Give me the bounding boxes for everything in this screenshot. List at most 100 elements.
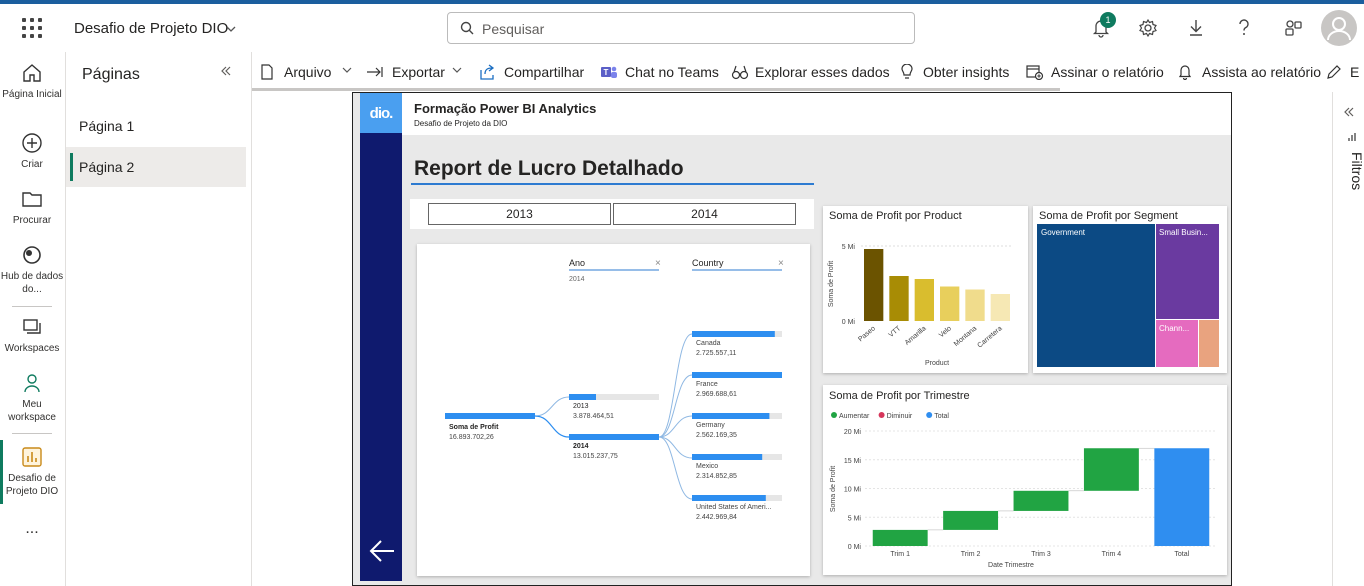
rail-item-my-workspace[interactable]: Meu workspace — [0, 372, 64, 424]
close-icon[interactable]: × — [778, 258, 784, 269]
legend-label: Total — [934, 413, 949, 420]
workspaces-icon — [23, 319, 41, 334]
product-chart-card[interactable]: Soma de Profit por Product 5 Mi 0 Mi Soma … — [823, 206, 1028, 373]
treemap-label: Small Busin... — [1159, 228, 1208, 237]
rail-item-label: Criar — [21, 159, 43, 170]
pencil-icon — [1327, 65, 1341, 79]
x-tick-label: Carretera — [976, 325, 1003, 349]
more-icon[interactable]: ... — [0, 521, 64, 537]
filters-label[interactable]: Filtros — [1335, 152, 1364, 212]
country-label: France — [696, 381, 718, 388]
close-icon[interactable]: × — [655, 258, 661, 269]
rail-item-browse[interactable]: Procurar — [0, 188, 64, 227]
filter-ano-value: 2014 — [569, 276, 585, 283]
year-bar[interactable] — [569, 394, 596, 400]
country-value: 2.725.557,11 — [696, 350, 736, 357]
country-value: 2.562.169,35 — [696, 432, 737, 439]
filter-ano-label: Ano — [569, 258, 585, 268]
country-label: Germany — [696, 422, 725, 429]
year-bar[interactable] — [569, 434, 659, 440]
product-bar[interactable] — [965, 289, 985, 322]
rail-divider — [12, 433, 52, 434]
country-bar[interactable] — [692, 495, 766, 501]
y-tick-label: 5 Mi — [842, 244, 856, 251]
decomposition-tree[interactable]: Ano × 2014 Country × Soma de Profit 16.8… — [417, 244, 810, 576]
country-label: United States of Ameri... — [696, 504, 772, 511]
rail-item-data-hub[interactable]: Hub de dados do... — [0, 244, 64, 296]
quarter-chart-card[interactable]: Soma de Profit por Trimestre Aumentar Dim… — [823, 385, 1227, 575]
folder-icon — [22, 192, 42, 207]
home-icon — [23, 64, 41, 82]
report-page: dio. Formação Power BI Analytics Desafio… — [352, 92, 1232, 586]
search-box[interactable]: Pesquisar — [447, 12, 915, 44]
toolbar-scrollbar[interactable] — [252, 88, 1060, 91]
slicer-option-2014[interactable]: 2014 — [613, 203, 796, 225]
root-bar[interactable] — [445, 413, 535, 419]
product-bar[interactable] — [990, 294, 1010, 321]
product-bar-chart: 5 Mi 0 Mi Soma de Profit Paseo VTT Amarilla Ve… — [828, 244, 1013, 367]
notification-badge: 1 — [1100, 12, 1116, 28]
rail-item-current-workspace[interactable]: Desafio de Projeto DIO — [0, 446, 64, 498]
y-tick-label: 0 Mi — [842, 319, 856, 326]
increase-bar[interactable] — [1083, 448, 1139, 491]
search-input[interactable]: Pesquisar — [482, 21, 544, 37]
report-header: Formação Power BI Analytics Desafio de P… — [402, 93, 1231, 135]
x-tick-label: Trim 2 — [961, 551, 981, 558]
x-tick-label: Total — [1174, 551, 1189, 558]
rail-item-workspaces[interactable]: Workspaces — [0, 316, 64, 355]
filter-bars-icon — [1348, 133, 1356, 141]
product-bar[interactable] — [889, 276, 909, 321]
country-bar[interactable] — [692, 331, 775, 337]
download-icon[interactable] — [1187, 18, 1207, 38]
increase-bar[interactable] — [943, 510, 999, 530]
chevron-down-icon[interactable] — [226, 22, 236, 36]
product-bar[interactable] — [940, 286, 960, 322]
segment-chart-card[interactable]: Soma de Profit por Segment Government Sm… — [1033, 206, 1227, 373]
page-item-1[interactable]: Página 1 — [66, 106, 246, 146]
root-value: 16.893.702,26 — [449, 434, 494, 441]
treemap-government[interactable] — [1037, 224, 1155, 367]
country-bar[interactable] — [692, 454, 763, 460]
rail-item-label: Hub de dados do... — [0, 271, 64, 295]
country-bar[interactable] — [692, 372, 782, 378]
year-label: 2014 — [573, 443, 589, 450]
rail-item-label: Procurar — [12, 215, 52, 226]
legend-label: Diminuir — [887, 413, 913, 420]
treemap-other[interactable] — [1199, 320, 1219, 367]
workspace-title[interactable]: Desafio de Projeto DIO — [74, 20, 228, 37]
legend-marker — [926, 412, 933, 418]
country-label: Canada — [696, 340, 721, 347]
app-launcher-icon[interactable] — [22, 18, 42, 38]
export-icon — [367, 67, 383, 77]
product-bar[interactable] — [914, 279, 934, 321]
year-value: 3.878.464,51 — [573, 413, 614, 420]
x-tick-label: Amarilla — [904, 325, 928, 347]
y-tick-label: 5 Mi — [848, 515, 862, 522]
avatar[interactable] — [1321, 10, 1357, 46]
x-axis-label: Product — [925, 360, 949, 367]
increase-bar[interactable] — [872, 529, 928, 546]
y-tick-label: 15 Mi — [844, 458, 862, 465]
increase-bar[interactable] — [1013, 490, 1069, 511]
slicer-option-2013[interactable]: 2013 — [428, 203, 611, 225]
share-icon — [480, 64, 495, 80]
rail-item-home[interactable]: Página Inicial — [0, 62, 64, 101]
arrow-left-icon[interactable] — [368, 537, 396, 565]
help-icon[interactable] — [1236, 18, 1256, 38]
country-value: 2.969.688,61 — [696, 391, 737, 398]
y-tick-label: 0 Mi — [848, 544, 862, 551]
product-bar[interactable] — [864, 249, 884, 321]
report-title: Report de Lucro Detalhado — [414, 157, 684, 180]
gear-icon[interactable] — [1138, 18, 1158, 38]
country-bar[interactable] — [692, 413, 770, 419]
share-feedback-icon[interactable] — [1283, 18, 1303, 38]
collapse-pane-icon[interactable] — [220, 64, 232, 80]
year-label: 2013 — [573, 403, 589, 410]
filter-country-label: Country — [692, 258, 724, 268]
treemap-small-business[interactable] — [1156, 224, 1219, 319]
total-bar[interactable] — [1154, 448, 1210, 546]
page-item-2[interactable]: Página 2 — [66, 147, 246, 187]
segment-treemap: Government Small Busin... Chann... — [1037, 224, 1219, 367]
expand-pane-icon[interactable] — [1343, 106, 1355, 118]
rail-item-create[interactable]: Criar — [0, 132, 64, 171]
